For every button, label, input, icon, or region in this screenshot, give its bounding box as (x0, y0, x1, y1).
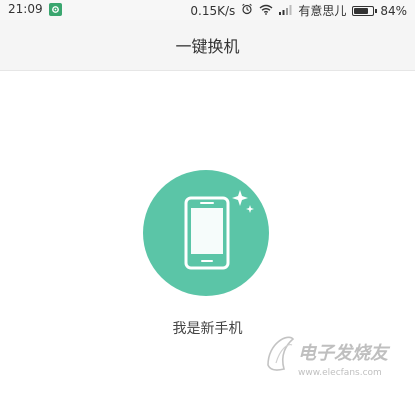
app-notification-icon (48, 2, 62, 16)
status-bar: 21:09 0.15K/s 有意思儿 84% (0, 0, 415, 20)
new-phone-icon (184, 190, 254, 270)
status-left: 21:09 (8, 2, 62, 16)
watermark-brand: 电子发烧友 (298, 343, 391, 364)
page-title: 一键换机 (175, 37, 240, 56)
battery-level-fill (354, 7, 369, 14)
battery-tip (375, 8, 378, 13)
network-speed: 0.15K/s (190, 3, 236, 18)
new-phone-button[interactable] (143, 170, 269, 296)
watermark-url: www.elecfans.com (298, 368, 382, 378)
status-right: 0.15K/s 有意思儿 84% (190, 2, 407, 19)
alarm-clock-icon (241, 3, 253, 18)
watermark-logo: 电子发烧友 www.elecfans.com (258, 325, 403, 385)
carrier-name: 有意思儿 (298, 4, 347, 18)
title-bar: 一键换机 (0, 20, 415, 71)
phone-screen: 21:09 0.15K/s 有意思儿 84% 一键换机 我是新手机 电子发烧友 … (0, 0, 415, 395)
battery-icon (352, 5, 378, 16)
wifi-icon (259, 4, 273, 18)
battery-percent: 84% (380, 3, 407, 18)
signal-icon (279, 4, 292, 18)
status-time: 21:09 (8, 2, 43, 16)
